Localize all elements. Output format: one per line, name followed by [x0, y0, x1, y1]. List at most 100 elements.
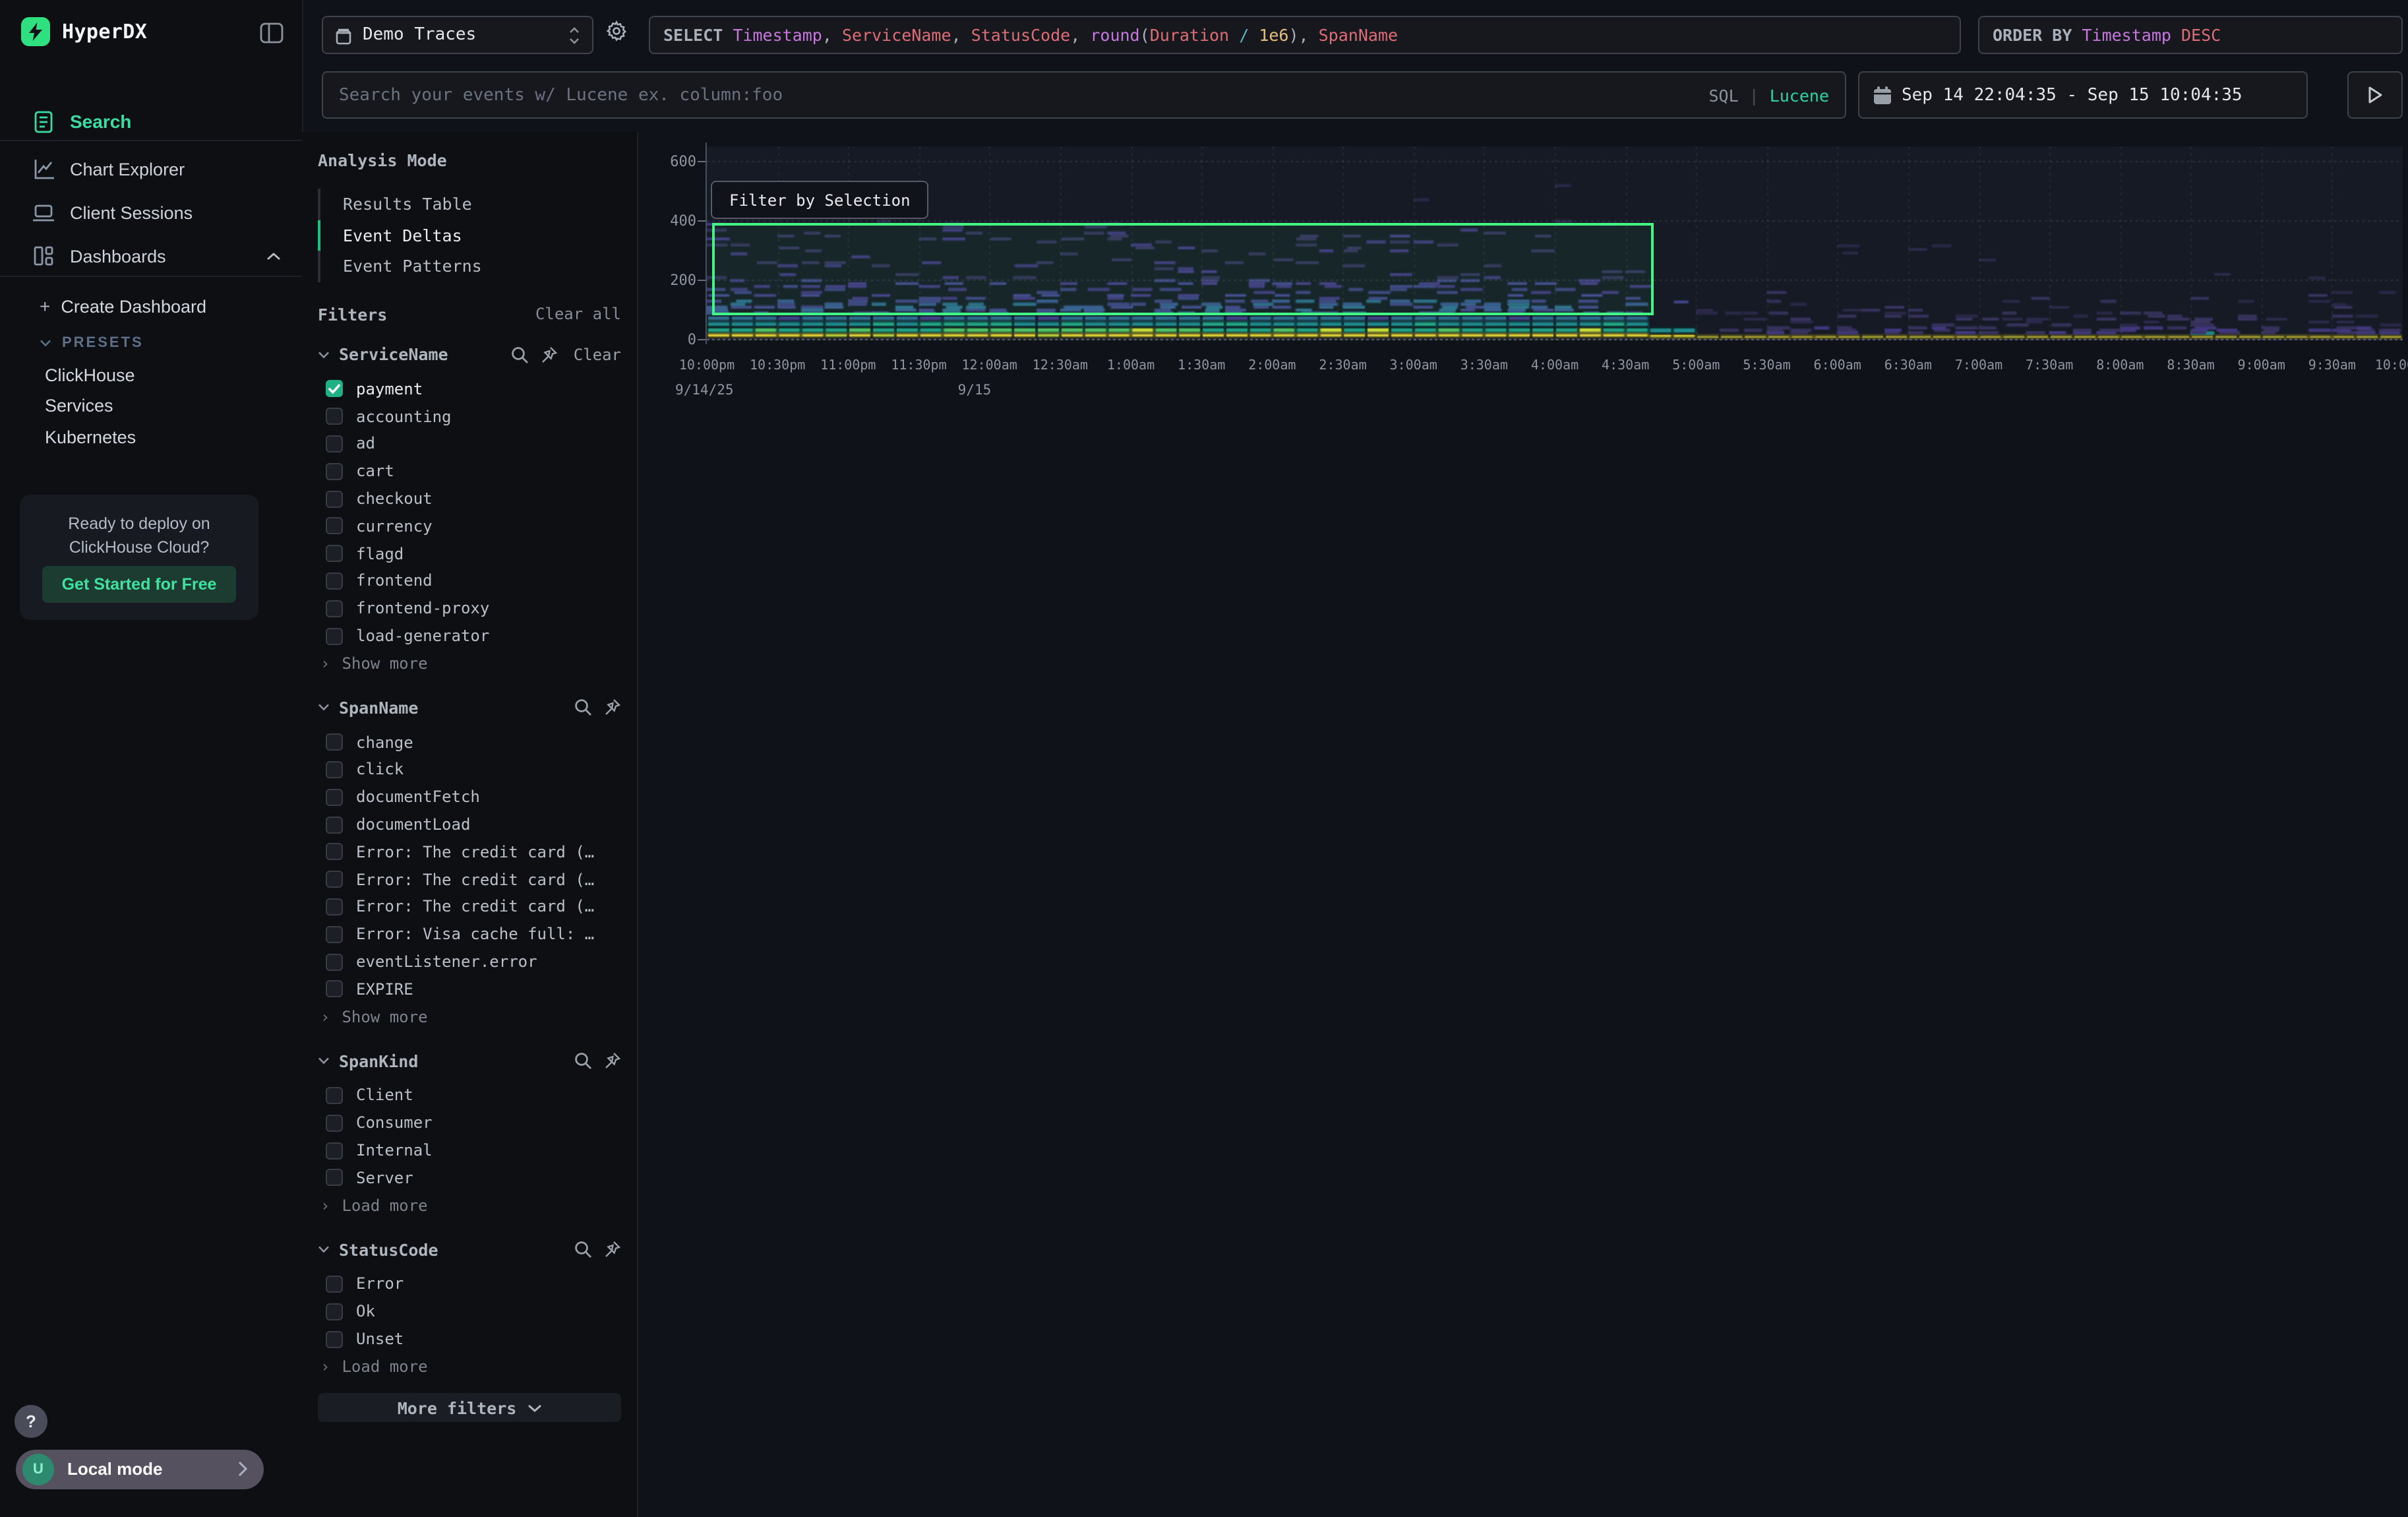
- load-more-button[interactable]: ›Load more: [318, 1191, 621, 1219]
- sidebar-item-clickhouse[interactable]: ClickHouse: [0, 360, 347, 389]
- checkbox[interactable]: [326, 816, 343, 833]
- sidebar-item-chart-explorer[interactable]: Chart Explorer: [0, 150, 302, 187]
- checkbox[interactable]: [326, 789, 343, 806]
- checkbox[interactable]: [326, 1330, 343, 1347]
- lang-lucene-button[interactable]: Lucene: [1770, 85, 1829, 105]
- search-icon[interactable]: [574, 698, 592, 717]
- source-settings-gear-icon[interactable]: [605, 20, 628, 42]
- checkbox[interactable]: [326, 435, 343, 452]
- clear-all-filters-button[interactable]: Clear all: [535, 305, 621, 323]
- filter-option-internal[interactable]: Internal: [318, 1136, 621, 1164]
- help-button[interactable]: ?: [15, 1405, 47, 1438]
- checkbox[interactable]: [326, 518, 343, 535]
- checkbox[interactable]: [326, 1114, 343, 1131]
- get-started-button[interactable]: Get Started for Free: [42, 566, 236, 603]
- sidebar-item-search[interactable]: Search: [0, 103, 302, 140]
- filter-option-ok[interactable]: Ok: [318, 1298, 621, 1326]
- filter-option-unset[interactable]: Unset: [318, 1325, 621, 1353]
- sidebar-item-kubernetes[interactable]: Kubernetes: [0, 422, 347, 451]
- checkbox[interactable]: [326, 953, 343, 970]
- sidebar-collapse-icon[interactable]: [260, 22, 284, 44]
- filter-option-eventlistener-error[interactable]: eventListener.error: [318, 948, 621, 975]
- data-source-select[interactable]: Demo Traces: [322, 16, 593, 54]
- filter-option-documentload[interactable]: documentLoad: [318, 811, 621, 838]
- chevron-down-icon[interactable]: [318, 704, 330, 712]
- load-more-button[interactable]: ›Load more: [318, 1353, 621, 1380]
- checkbox[interactable]: [326, 408, 343, 425]
- filter-option-flagd[interactable]: flagd: [318, 540, 621, 568]
- more-filters-button[interactable]: More filters: [318, 1393, 621, 1422]
- checkbox[interactable]: [326, 1303, 343, 1320]
- checkbox[interactable]: [326, 898, 343, 915]
- filter-option-accounting[interactable]: accounting: [318, 403, 621, 431]
- chevron-up-icon[interactable]: [266, 251, 281, 261]
- filter-option-error-visa-cache-full[interactable]: Error: Visa cache full: …: [318, 921, 621, 948]
- presets-section-toggle[interactable]: PRESETS: [0, 328, 342, 357]
- pin-icon[interactable]: [603, 698, 621, 717]
- pin-icon[interactable]: [603, 1240, 621, 1258]
- sql-select-input[interactable]: SELECT Timestamp, ServiceName, StatusCod…: [649, 16, 1961, 54]
- filter-option-consumer[interactable]: Consumer: [318, 1109, 621, 1137]
- checkbox[interactable]: [326, 871, 343, 888]
- filter-option-checkout[interactable]: checkout: [318, 485, 621, 512]
- checkbox[interactable]: [326, 1087, 343, 1104]
- checkbox[interactable]: [326, 381, 343, 398]
- filter-option-server[interactable]: Server: [318, 1164, 621, 1192]
- filter-option-frontend-proxy[interactable]: frontend-proxy: [318, 595, 621, 623]
- lang-sql-button[interactable]: SQL: [1708, 85, 1738, 105]
- show-more-button[interactable]: ›Show more: [318, 1003, 621, 1030]
- search-icon[interactable]: [510, 345, 529, 363]
- analysis-mode-event-deltas[interactable]: Event Deltas: [318, 220, 621, 251]
- checkbox[interactable]: [326, 925, 343, 943]
- pin-icon[interactable]: [539, 345, 558, 363]
- date-range-picker[interactable]: Sep 14 22:04:35 - Sep 15 10:04:35: [1858, 71, 2308, 119]
- filter-option-error-the-credit-card[interactable]: Error: The credit card (…: [318, 838, 621, 866]
- filter-option-load-generator[interactable]: load-generator: [318, 622, 621, 650]
- sidebar-item-client-sessions[interactable]: Client Sessions: [0, 194, 302, 231]
- checkbox[interactable]: [326, 1169, 343, 1187]
- filter-option-change[interactable]: change: [318, 729, 621, 757]
- checkbox[interactable]: [326, 981, 343, 998]
- checkbox[interactable]: [326, 761, 343, 778]
- checkbox[interactable]: [326, 1276, 343, 1293]
- filter-option-cart[interactable]: cart: [318, 458, 621, 485]
- sidebar-item-dashboards[interactable]: Dashboards: [0, 237, 302, 274]
- checkbox[interactable]: [326, 463, 343, 480]
- checkbox[interactable]: [326, 573, 343, 590]
- logo[interactable]: HyperDX: [21, 17, 147, 46]
- filter-option-error-the-credit-card[interactable]: Error: The credit card (…: [318, 866, 621, 894]
- filter-option-payment[interactable]: payment: [318, 375, 621, 403]
- order-by-input[interactable]: ORDER BY Timestamp DESC: [1978, 16, 2403, 54]
- chevron-down-icon[interactable]: [318, 350, 330, 358]
- filter-group-name[interactable]: SpanName: [339, 698, 418, 718]
- analysis-mode-event-patterns[interactable]: Event Patterns: [318, 251, 621, 282]
- checkbox[interactable]: [326, 490, 343, 507]
- sidebar-item-services[interactable]: Services: [0, 390, 347, 419]
- filter-option-client[interactable]: Client: [318, 1082, 621, 1109]
- pin-icon[interactable]: [603, 1051, 621, 1070]
- filter-option-error[interactable]: Error: [318, 1270, 621, 1298]
- filter-option-currency[interactable]: currency: [318, 512, 621, 540]
- chevron-down-icon[interactable]: [318, 1057, 330, 1065]
- local-mode-button[interactable]: U Local mode: [16, 1450, 264, 1489]
- checkbox[interactable]: [326, 1142, 343, 1159]
- run-query-button[interactable]: [2347, 71, 2403, 119]
- filter-option-ad[interactable]: ad: [318, 430, 621, 458]
- filter-option-error-the-credit-card[interactable]: Error: The credit card (…: [318, 893, 621, 921]
- search-icon[interactable]: [574, 1240, 592, 1258]
- chart-selection-region[interactable]: [712, 224, 1654, 316]
- search-icon[interactable]: [574, 1051, 592, 1070]
- filter-by-selection-button[interactable]: Filter by Selection: [711, 181, 929, 219]
- filter-option-documentfetch[interactable]: documentFetch: [318, 784, 621, 811]
- show-more-button[interactable]: ›Show more: [318, 650, 621, 677]
- filter-option-expire[interactable]: EXPIRE: [318, 975, 621, 1003]
- chevron-down-icon[interactable]: [318, 1245, 330, 1253]
- filter-group-name[interactable]: StatusCode: [339, 1239, 438, 1259]
- filter-group-name[interactable]: ServiceName: [339, 344, 448, 364]
- search-input[interactable]: [323, 85, 1708, 105]
- clear-filter-button[interactable]: Clear: [574, 345, 621, 363]
- checkbox[interactable]: [326, 733, 343, 751]
- filter-option-click[interactable]: click: [318, 756, 621, 784]
- checkbox[interactable]: [326, 844, 343, 861]
- checkbox[interactable]: [326, 545, 343, 562]
